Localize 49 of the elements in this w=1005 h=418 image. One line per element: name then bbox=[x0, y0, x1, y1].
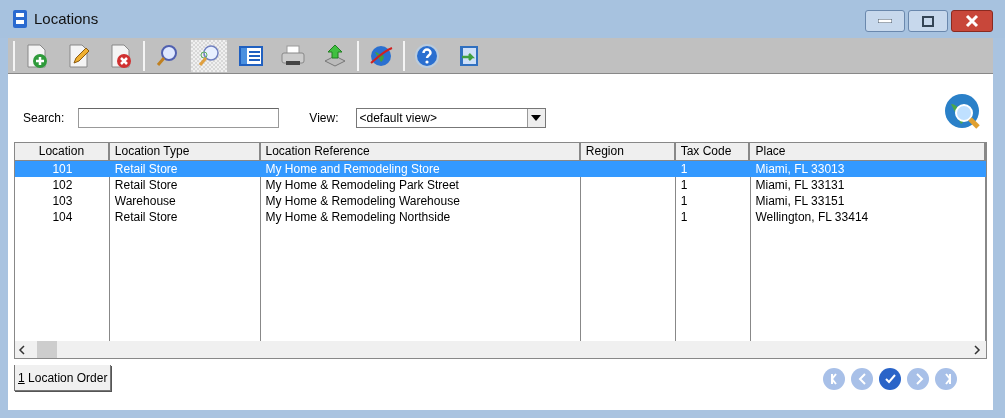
scrollbar-thumb[interactable] bbox=[37, 341, 57, 358]
table-cell-text: 1 bbox=[679, 209, 689, 225]
edit-document-icon bbox=[66, 42, 92, 69]
view-dropdown[interactable]: <default view> bbox=[355, 108, 546, 128]
table-cell-text: Retail Store bbox=[113, 209, 179, 225]
table-cell-text: My Home & Remodeling Park Street bbox=[264, 177, 460, 193]
cabinet-icon bbox=[12, 9, 28, 29]
search-label: Search: bbox=[23, 110, 65, 127]
close-button[interactable] bbox=[951, 10, 993, 32]
table-cell-text: 1 bbox=[679, 161, 689, 177]
table-cell-text: Retail Store bbox=[113, 177, 179, 193]
export-icon bbox=[322, 42, 348, 69]
minimize-icon bbox=[878, 19, 892, 23]
table-cell-text: Miami, FL 33131 bbox=[754, 177, 846, 193]
table-cell-text: 101 bbox=[51, 161, 74, 177]
help-icon bbox=[414, 42, 440, 69]
horizontal-scrollbar[interactable] bbox=[15, 341, 986, 358]
table-cell-text: Miami, FL 33013 bbox=[754, 161, 846, 177]
table-cell-text: 102 bbox=[51, 177, 74, 193]
search-field[interactable] bbox=[78, 108, 280, 128]
table-cell-text: My Home & Remodeling Northside bbox=[264, 209, 452, 225]
close-icon bbox=[964, 14, 980, 28]
table-cell-text: 103 bbox=[51, 193, 74, 209]
tab[interactable]: 1 Location Order bbox=[14, 365, 112, 391]
table-row[interactable]: 104 Retail Store My Home & Remodeling Northside 1 Wellington, FL 33414 bbox=[15, 209, 986, 225]
search-icon bbox=[196, 42, 222, 69]
table-cell-text: Miami, FL 33151 bbox=[754, 193, 846, 209]
table-cell-text: My Home & Remodeling Warehouse bbox=[264, 193, 461, 209]
table-cell-text: 104 bbox=[51, 209, 74, 225]
table-row[interactable]: 102 Retail Store My Home & Remodeling Park Street 1 Miami, FL 33131 bbox=[15, 177, 986, 193]
table-cell-text: 1 bbox=[679, 193, 689, 209]
minimize-button[interactable] bbox=[865, 10, 905, 32]
new-document-icon bbox=[24, 42, 50, 69]
table-cell-text: 1 bbox=[679, 177, 689, 193]
table-cell-text: My Home and Remodeling Store bbox=[264, 161, 441, 177]
maximize-icon bbox=[922, 15, 934, 27]
dropdown-arrow-icon bbox=[531, 115, 541, 121]
delete-document-icon bbox=[108, 42, 134, 69]
arrow-icon bbox=[828, 373, 840, 385]
confirm-button[interactable] bbox=[879, 368, 901, 390]
search-icon bbox=[154, 42, 180, 69]
table-row[interactable]: 103 Warehouse My Home & Remodeling Warehouse 1 Miami, FL 33151 bbox=[15, 193, 986, 209]
window-title: Locations bbox=[34, 8, 99, 29]
table-cell-text: Wellington, FL 33414 bbox=[754, 209, 870, 225]
table-cell-text: Retail Store bbox=[113, 161, 179, 177]
view-label: View: bbox=[309, 110, 339, 127]
maximize-button[interactable] bbox=[908, 10, 948, 32]
table-cell-text: Warehouse bbox=[113, 193, 177, 209]
check-icon bbox=[884, 373, 896, 385]
